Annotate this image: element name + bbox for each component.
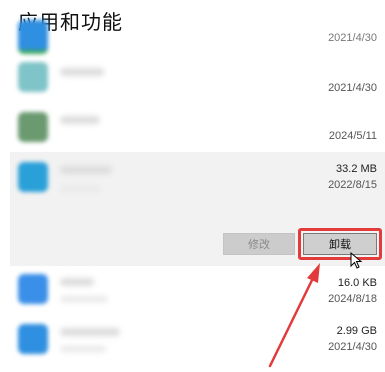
app-publisher-blurred <box>60 296 108 302</box>
app-icon <box>18 162 48 192</box>
list-item[interactable]: 2021/4/30 <box>0 20 385 54</box>
app-date: 2021/4/30 <box>328 82 377 94</box>
app-size: 16.0 KB <box>337 277 377 289</box>
app-icon <box>18 274 48 304</box>
app-icon <box>18 324 48 354</box>
app-icon <box>18 112 48 142</box>
apps-and-features-page: 应用和功能 2021/4/30 2021/4/30 2024/5/11 33.2… <box>0 0 385 372</box>
app-date: 2022/8/15 <box>328 179 377 191</box>
app-name-blurred <box>60 116 100 124</box>
app-date: 2021/4/30 <box>328 341 377 353</box>
app-date: 2021/4/30 <box>328 32 377 44</box>
app-publisher-blurred <box>60 186 100 192</box>
list-item[interactable]: 16.0 KB 2024/8/18 <box>0 266 385 316</box>
app-name-blurred <box>60 166 112 174</box>
app-name-blurred <box>60 328 120 336</box>
app-name-blurred <box>60 278 94 286</box>
uninstall-button[interactable]: 卸载 <box>303 233 377 255</box>
app-date: 2024/5/11 <box>328 130 377 142</box>
list-item[interactable]: 2024/5/11 <box>0 102 385 152</box>
list-item[interactable]: 2.99 GB 2021/4/30 <box>0 316 385 366</box>
app-icon <box>18 20 48 54</box>
list-item[interactable]: 2021/4/30 <box>0 52 385 102</box>
modify-button[interactable]: 修改 <box>223 233 295 255</box>
app-publisher-blurred <box>60 346 106 352</box>
app-size: 2.99 GB <box>336 325 377 337</box>
app-size: 33.2 MB <box>336 163 377 175</box>
app-name-blurred <box>60 68 104 76</box>
app-date: 2024/8/18 <box>328 293 377 305</box>
app-icon <box>18 62 48 92</box>
